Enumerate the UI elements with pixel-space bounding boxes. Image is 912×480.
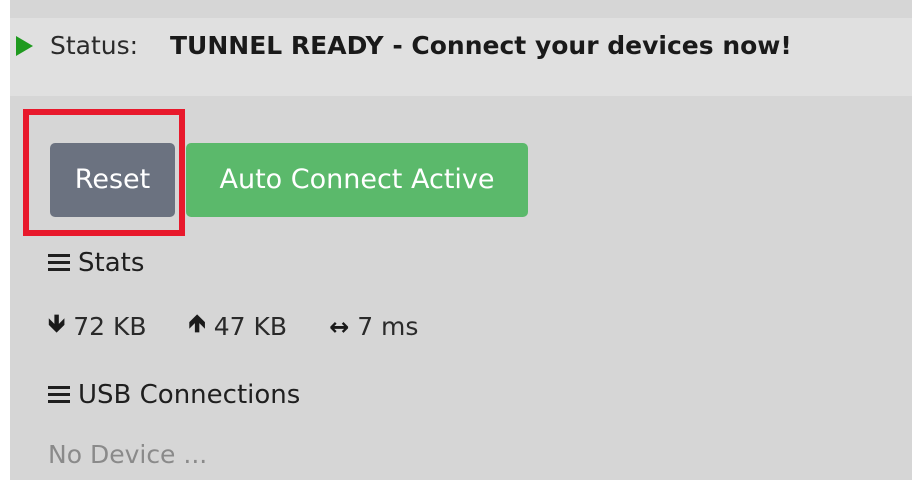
status-value: TUNNEL READY - Connect your devices now! [170, 31, 792, 60]
arrow-down-icon: 🡻 [48, 309, 66, 337]
stat-latency-value: 7 ms [357, 312, 419, 341]
status-label: Status: [50, 31, 139, 60]
usb-connections-title: USB Connections [48, 380, 300, 410]
arrow-up-icon: 🡹 [188, 309, 206, 337]
play-icon [16, 36, 33, 56]
status-bar: Status: TUNNEL READY - Connect your devi… [10, 18, 912, 96]
stat-latency: ↔ 7 ms [329, 312, 418, 341]
stat-download-value: 72 KB [73, 312, 147, 341]
no-device-text: No Device ... [48, 440, 208, 469]
stats-title-label: Stats [78, 248, 145, 278]
stats-row: 🡻 72 KB 🡹 47 KB ↔ 7 ms [48, 306, 460, 347]
stat-upload-value: 47 KB [213, 312, 288, 341]
stats-title: Stats [48, 248, 144, 278]
auto-connect-button[interactable]: Auto Connect Active [186, 143, 528, 217]
menu-icon [48, 386, 70, 404]
stat-download: 🡻 72 KB [48, 306, 147, 347]
reset-button[interactable]: Reset [50, 143, 175, 217]
page-margin [0, 0, 10, 480]
usb-connections-title-label: USB Connections [78, 380, 301, 410]
menu-icon [48, 254, 70, 272]
stat-upload: 🡹 47 KB [189, 306, 288, 347]
arrow-left-right-icon: ↔ [329, 312, 350, 341]
